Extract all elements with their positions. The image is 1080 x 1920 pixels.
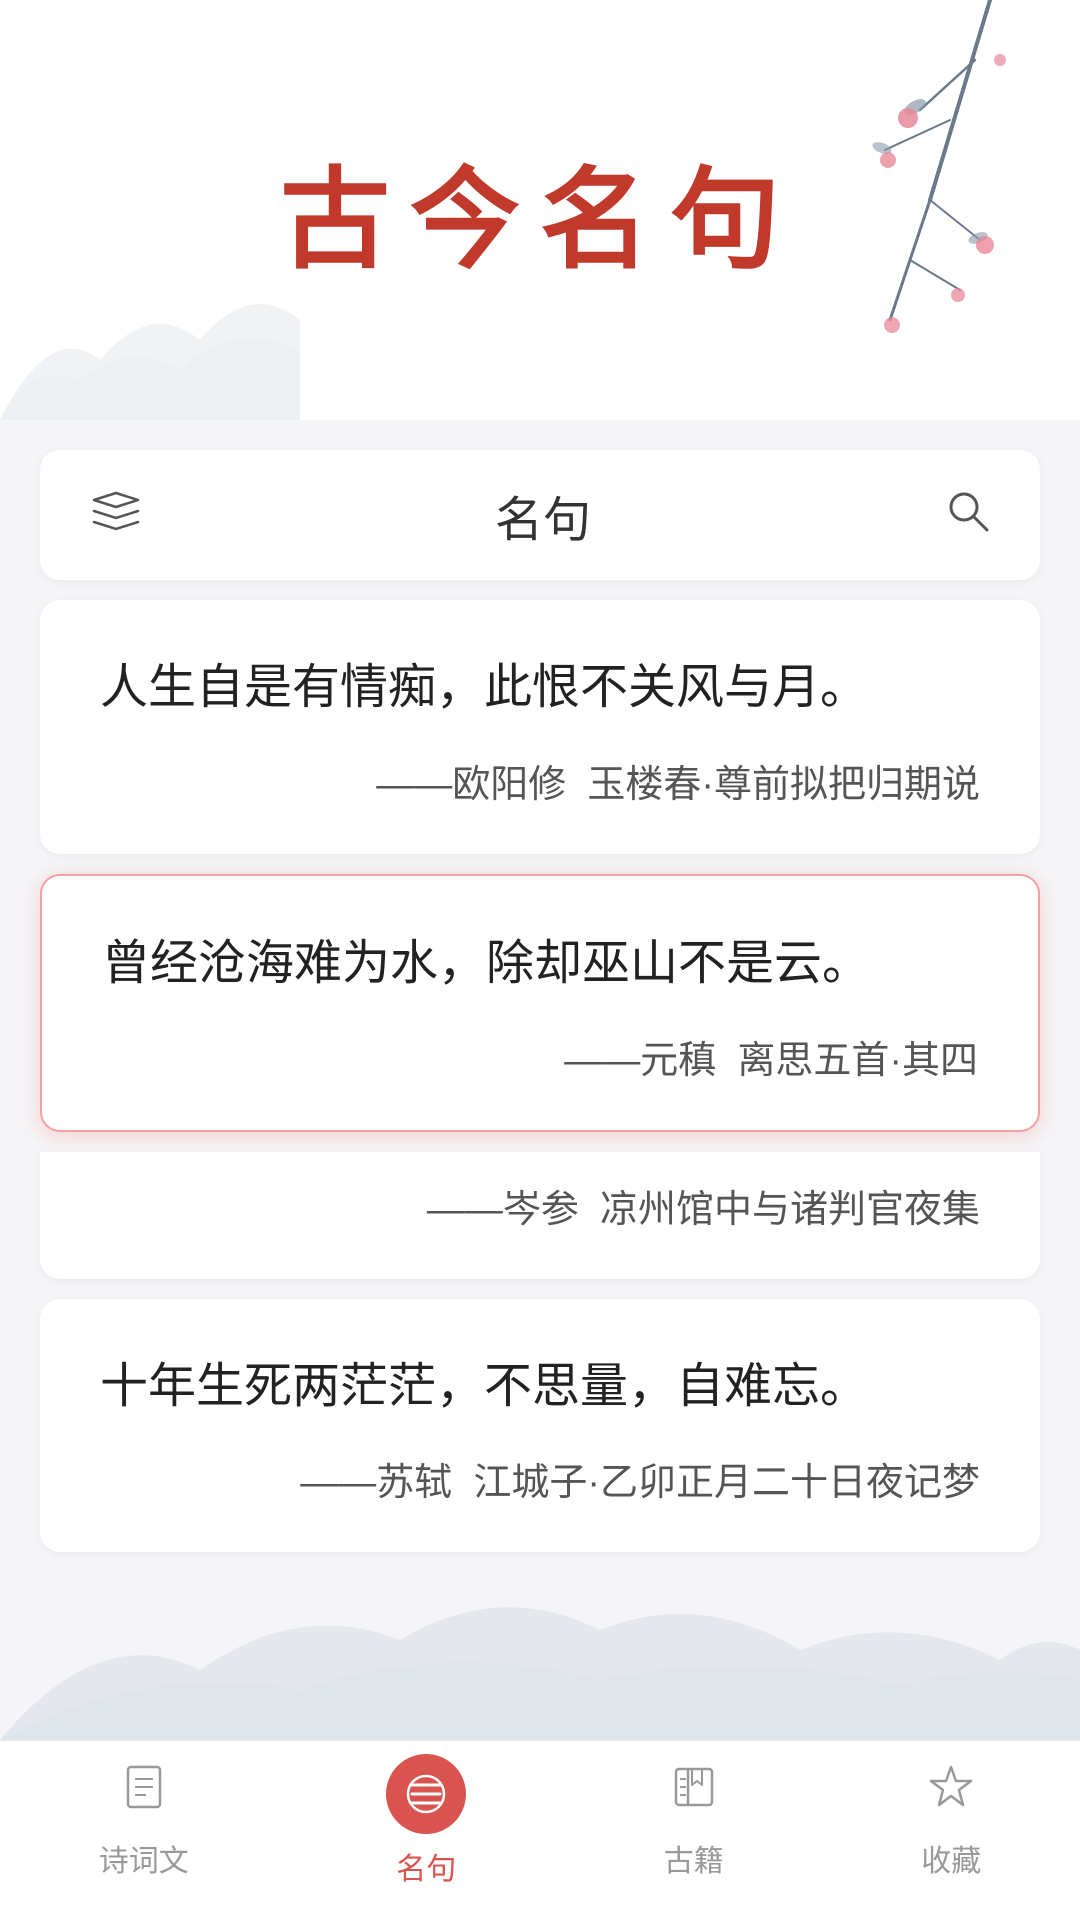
quote-card-3[interactable]: ——岑参 凉州馆中与诸判官夜集 <box>40 1152 1040 1279</box>
toolbar-title: 名句 <box>495 480 591 550</box>
quote-text-2: 曾经沧海难为水，除却巫山不是云。 <box>102 926 978 1003</box>
app-title: 古今名句 <box>280 130 800 290</box>
quote-card-4[interactable]: 十年生死两茫茫，不思量，自难忘。 ——苏轼 江城子·乙卯正月二十日夜记梦 <box>40 1299 1040 1553</box>
quotes-list: 人生自是有情痴，此恨不关风与月。 ——欧阳修 玉楼春·尊前拟把归期说 曾经沧海难… <box>0 580 1080 1772</box>
quote-text-1: 人生自是有情痴，此恨不关风与月。 <box>100 650 980 727</box>
quote-author-4: ——苏轼 江城子·乙卯正月二十日夜记梦 <box>100 1455 980 1512</box>
famous-icon-circle <box>386 1754 466 1834</box>
nav-label-favorites: 收藏 <box>921 1836 981 1880</box>
nav-item-favorites[interactable]: 收藏 <box>921 1761 981 1880</box>
toolbar: 名句 <box>40 450 1040 580</box>
nav-item-classics[interactable]: 古籍 <box>664 1761 724 1880</box>
doc-icon <box>118 1761 170 1826</box>
layers-icon[interactable] <box>90 486 142 544</box>
branch-decoration <box>830 0 1050 380</box>
quote-card-1[interactable]: 人生自是有情痴，此恨不关风与月。 ——欧阳修 玉楼春·尊前拟把归期说 <box>40 600 1040 854</box>
star-icon <box>925 1761 977 1826</box>
mountain-left-decoration <box>0 220 300 420</box>
nav-label-poetry: 诗词文 <box>99 1836 189 1880</box>
header: 古今名句 <box>0 0 1080 420</box>
nav-item-poetry[interactable]: 诗词文 <box>99 1761 189 1880</box>
bottom-nav: 诗词文 名句 古籍 <box>0 1740 1080 1920</box>
nav-label-famous: 名句 <box>396 1844 456 1888</box>
quote-author-2: ——元稹 离思五首·其四 <box>102 1033 978 1090</box>
nav-label-classics: 古籍 <box>664 1836 724 1880</box>
quote-card-2[interactable]: 曾经沧海难为水，除却巫山不是云。 ——元稹 离思五首·其四 <box>40 874 1040 1132</box>
search-icon[interactable] <box>944 487 990 544</box>
quote-text-4: 十年生死两茫茫，不思量，自难忘。 <box>100 1349 980 1426</box>
quote-author-1: ——欧阳修 玉楼春·尊前拟把归期说 <box>100 757 980 814</box>
quote-author-3: ——岑参 凉州馆中与诸判官夜集 <box>100 1182 980 1239</box>
book-icon <box>668 1761 720 1826</box>
nav-item-famous[interactable]: 名句 <box>386 1754 466 1888</box>
